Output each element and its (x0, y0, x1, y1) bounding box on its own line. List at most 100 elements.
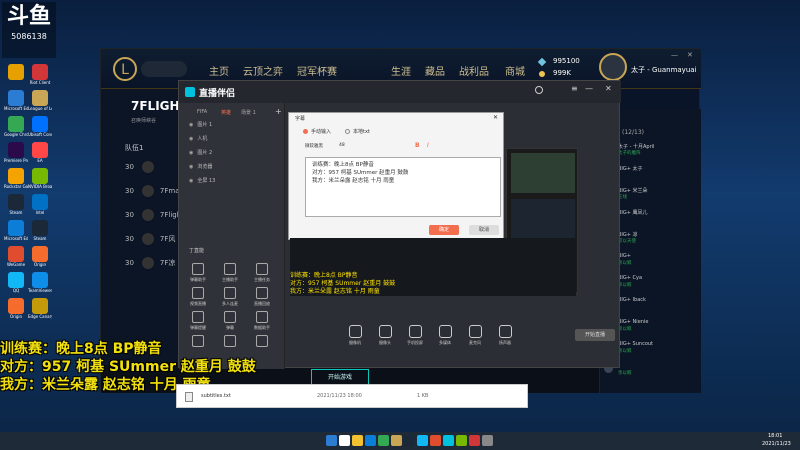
desktop-shortcut[interactable]: Steam (4, 194, 28, 215)
source-item[interactable]: ◉ 人机 (189, 135, 207, 142)
font-select[interactable]: 微软雅黑 (305, 143, 323, 149)
source-item[interactable]: ◉ 全屏 13 (189, 177, 215, 184)
minimize-icon[interactable]: — (585, 84, 593, 93)
desktop-shortcut[interactable]: Rockstar Games (4, 168, 28, 189)
radio-file[interactable] (345, 129, 350, 134)
lobby-member[interactable]: 30 7Fmai (125, 185, 181, 197)
tab-fifa[interactable]: FIFA (197, 109, 207, 115)
bottom-tool[interactable]: 手机投屏 (403, 325, 427, 346)
add-source-label[interactable]: 丁直能 (189, 247, 204, 254)
eye-icon[interactable]: ◉ (189, 164, 193, 170)
desktop-shortcut[interactable]: Intel (28, 194, 52, 215)
eye-icon[interactable]: ◉ (189, 122, 193, 128)
desktop-shortcut[interactable]: QQ (4, 272, 28, 293)
taskbar-app-icon[interactable] (456, 435, 467, 446)
cancel-button[interactable]: 取消 (469, 225, 499, 235)
italic-icon[interactable]: I (427, 142, 429, 149)
desktop-shortcut[interactable]: Google Chrome (4, 116, 28, 137)
taskbar-app-icon[interactable] (430, 435, 441, 446)
lol-search-input[interactable] (141, 61, 187, 77)
taskbar-app-icon[interactable] (417, 435, 428, 446)
tool-button[interactable]: 多人连麦 (219, 287, 241, 307)
file-explorer-row[interactable]: subtitles.txt 2021/11/23 18:00 1 KB (176, 384, 528, 408)
lobby-member[interactable]: 30 (125, 161, 160, 173)
subtitle-editor-dialog[interactable]: 字幕 ✕ 手动输入 本地txt 微软雅黑 48 B I 训练赛：晚上8点 BP静… (288, 112, 504, 240)
desktop-shortcut[interactable]: Steam (28, 220, 52, 241)
nav-loot[interactable]: 战利品 (459, 63, 489, 78)
lol-logo[interactable]: L (113, 57, 137, 81)
tool-button[interactable]: 主播任务 (251, 263, 273, 283)
nav-profile[interactable]: 生涯 (391, 63, 411, 78)
tool-button[interactable]: 数据助手 (251, 311, 273, 331)
taskbar-app-icon[interactable] (378, 435, 389, 446)
desktop-shortcut[interactable]: WeGame (4, 246, 28, 267)
bold-icon[interactable]: B (415, 142, 420, 149)
start-stream-button[interactable]: 开始直播 (575, 329, 615, 341)
tab-hero[interactable]: 英雄 (221, 109, 231, 116)
tool-button[interactable]: 弹幕提醒 (187, 311, 209, 331)
desktop-shortcut[interactable]: Riot Client (28, 64, 52, 85)
source-item[interactable]: ◉ 图片 2 (189, 149, 212, 156)
nav-home[interactable]: 主页 (209, 63, 229, 78)
desktop-shortcut[interactable] (4, 64, 28, 80)
bottom-tool[interactable]: 扬声器 (493, 325, 517, 346)
menu-icon[interactable]: ≡ (571, 84, 578, 93)
tool-button[interactable]: 直播回放 (251, 287, 273, 307)
tool-button[interactable]: 视频直播 (187, 287, 209, 307)
minimize-icon[interactable]: — (671, 51, 678, 59)
taskbar-app-icon[interactable] (469, 435, 480, 446)
close-icon[interactable]: ✕ (687, 51, 693, 59)
source-item[interactable]: ◉ 图片 1 (189, 121, 212, 128)
desktop-shortcut[interactable]: Ubisoft Connect (28, 116, 52, 137)
add-scene-icon[interactable]: + (275, 107, 282, 116)
bottom-tool[interactable]: 麦克风 (463, 325, 487, 346)
close-icon[interactable]: ✕ (605, 84, 612, 93)
eye-icon[interactable]: ◉ (189, 178, 193, 184)
settings-icon[interactable] (535, 86, 543, 94)
taskbar-app-icon[interactable] (482, 435, 493, 446)
taskbar-app-icon[interactable] (339, 435, 350, 446)
find-match-button[interactable]: 开始游戏 (311, 369, 369, 385)
tool-button[interactable]: 主播助手 (219, 263, 241, 283)
taskbar-app-icon[interactable] (326, 435, 337, 446)
lobby-member[interactable]: 30 7Fligh (125, 209, 181, 221)
desktop-shortcut[interactable]: League of Legends (28, 90, 52, 111)
nav-store[interactable]: 商城 (505, 63, 525, 78)
bottom-tool[interactable]: 摄像机 (343, 325, 367, 346)
ok-button[interactable]: 确定 (429, 225, 459, 235)
desktop-shortcut[interactable]: Edge Canary (28, 298, 52, 319)
taskbar-app-icon[interactable] (352, 435, 363, 446)
taskbar-app-icon[interactable] (443, 435, 454, 446)
close-icon[interactable]: ✕ (493, 114, 498, 121)
taskbar-app-icon[interactable] (404, 435, 415, 446)
taskbar-app-icon[interactable] (365, 435, 376, 446)
nav-clash[interactable]: 冠军杯赛 (297, 63, 337, 78)
bottom-tool[interactable]: 多媒体 (433, 325, 457, 346)
lobby-member[interactable]: 30 7F凉 (125, 257, 175, 269)
subtitle-textarea[interactable]: 训练赛：晚上8点 BP静音 对方：957 柯基 SUmmer 赵重月 鼓鼓 我方… (305, 157, 501, 217)
font-size-select[interactable]: 48 (339, 143, 345, 148)
avatar[interactable] (599, 53, 627, 81)
eye-icon[interactable]: ◉ (189, 150, 193, 156)
taskbar-app-icon[interactable] (391, 435, 402, 446)
desktop-shortcut[interactable]: NVIDIA Broadcast (28, 168, 52, 189)
nav-collection[interactable]: 藏品 (425, 63, 445, 78)
desktop-shortcut[interactable]: TeamViewer (28, 272, 52, 293)
lobby-member[interactable]: 30 7F风 (125, 233, 175, 245)
tool-button[interactable]: 弹幕 (219, 311, 241, 331)
bottom-tool[interactable]: 摄像头 (373, 325, 397, 346)
eye-icon[interactable]: ◉ (189, 136, 193, 142)
tool-button[interactable] (251, 335, 273, 349)
desktop-shortcut[interactable]: Origin (28, 246, 52, 267)
desktop-shortcut[interactable]: Microsoft Edge (4, 90, 28, 111)
file-name[interactable]: subtitles.txt (201, 393, 231, 399)
desktop-shortcut[interactable]: Microsoft Edge (4, 220, 28, 241)
desktop-shortcut[interactable]: EA (28, 142, 52, 163)
nav-tft[interactable]: 云顶之弈 (243, 63, 283, 78)
desktop-shortcut[interactable]: Premiere Pro (4, 142, 28, 163)
tab-scene[interactable]: 场景 1 (241, 109, 256, 116)
tool-button[interactable] (187, 335, 209, 349)
tool-button[interactable]: 弹幕助手 (187, 263, 209, 283)
desktop-shortcut[interactable]: Origin (4, 298, 28, 319)
source-item[interactable]: ◉ 浏览器 (189, 163, 212, 170)
